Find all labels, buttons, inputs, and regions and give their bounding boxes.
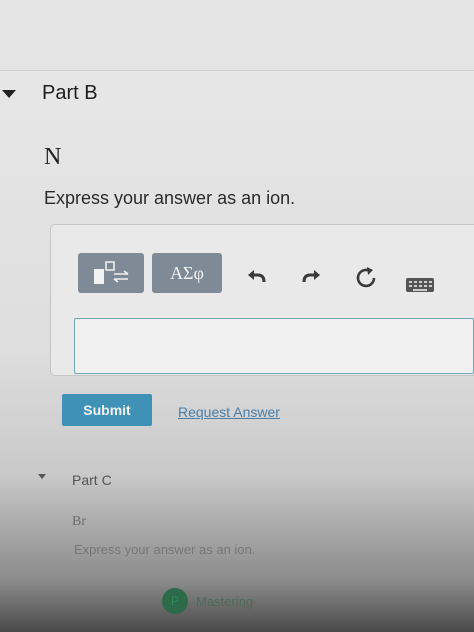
part-b-header[interactable]: Part B (0, 80, 474, 116)
request-answer-link[interactable]: Request Answer (178, 404, 280, 420)
templates-icon (94, 261, 129, 284)
caret-down-icon[interactable] (2, 90, 16, 98)
part-b-title: Part B (42, 82, 98, 104)
symbols-button[interactable]: ΑΣφ (152, 253, 222, 293)
undo-icon[interactable] (246, 266, 268, 286)
instruction-text: Express your answer as an ion. (44, 188, 296, 208)
redo-icon[interactable] (300, 266, 322, 286)
top-band (0, 0, 474, 71)
footer-text: Mastering (196, 594, 254, 609)
part-c-element-symbol: Br (72, 514, 86, 529)
part-c-caret-icon[interactable] (38, 474, 46, 479)
answer-input[interactable] (74, 318, 474, 374)
footer-logo-icon: P (162, 588, 188, 614)
submit-button[interactable]: Submit (62, 394, 152, 426)
part-c-title[interactable]: Part C (72, 472, 112, 488)
keyboard-icon[interactable] (406, 278, 434, 292)
part-c-instruction-text: Express your answer as an ion. (74, 542, 256, 557)
templates-button[interactable] (78, 253, 144, 293)
reset-icon[interactable] (354, 266, 378, 290)
element-symbol: N (44, 144, 62, 170)
